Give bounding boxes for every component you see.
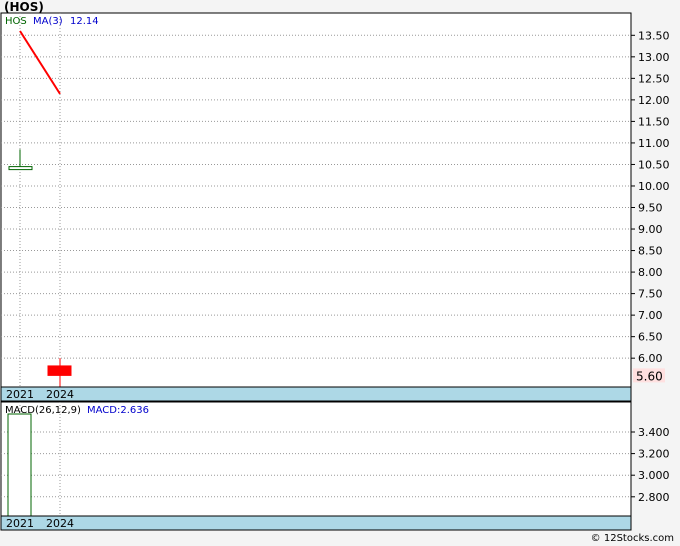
- price-tick-label: 9.50: [638, 202, 663, 215]
- macd-tick-label: 3.200: [638, 448, 670, 461]
- macd-x-label: 2021: [6, 517, 34, 530]
- price-tick-label: 7.50: [638, 288, 663, 301]
- candle-body: [47, 365, 72, 376]
- price-tick-label: 6.50: [638, 331, 663, 344]
- price-tick-label: 13.50: [638, 29, 670, 42]
- price-tick-label: 11.50: [638, 115, 670, 128]
- price-tick-label: 9.00: [638, 223, 663, 236]
- candle-body: [8, 166, 33, 171]
- macd-x-axis-band: [0, 515, 632, 531]
- macd-x-label: 2024: [46, 517, 74, 530]
- legend-ticker: HOS: [5, 16, 27, 27]
- macd-panel: [0, 401, 632, 517]
- price-tick-label: 11.00: [638, 137, 670, 150]
- price-tick-label: 6.00: [638, 352, 663, 365]
- price-tick-label: 12.00: [638, 94, 670, 107]
- price-tick-label: 13.00: [638, 51, 670, 64]
- macd-bar: [7, 413, 32, 517]
- footer-credit: © 12Stocks.com: [590, 533, 674, 544]
- price-tick-label: 12.50: [638, 72, 670, 85]
- stock-chart: 13.50 13.00 12.50 12.00 11.50 11.00 10.50 10.00…: [0, 12, 670, 531]
- last-price-label: 5.60: [636, 369, 663, 383]
- price-tick-label: 8.50: [638, 245, 663, 258]
- price-tick-label: 8.00: [638, 266, 663, 279]
- legend-ma-label: MA(3): [33, 16, 63, 27]
- macd-tick-label: 3.000: [638, 469, 670, 482]
- macd-legend-label: MACD(26,12,9): [5, 405, 81, 416]
- macd-tick-label: 3.400: [638, 426, 670, 439]
- macd-legend-value: MACD:2.636: [87, 405, 149, 416]
- price-x-axis-band: [0, 386, 632, 402]
- price-x-label: 2024: [46, 388, 74, 401]
- legend-ma-value: 12.14: [70, 16, 99, 27]
- macd-tick-label: 2.800: [638, 491, 670, 504]
- price-tick-label: 10.00: [638, 180, 670, 193]
- price-x-label: 2021: [6, 388, 34, 401]
- price-panel: [0, 12, 632, 388]
- price-tick-label: 7.00: [638, 309, 663, 322]
- price-tick-label: 10.50: [638, 158, 670, 171]
